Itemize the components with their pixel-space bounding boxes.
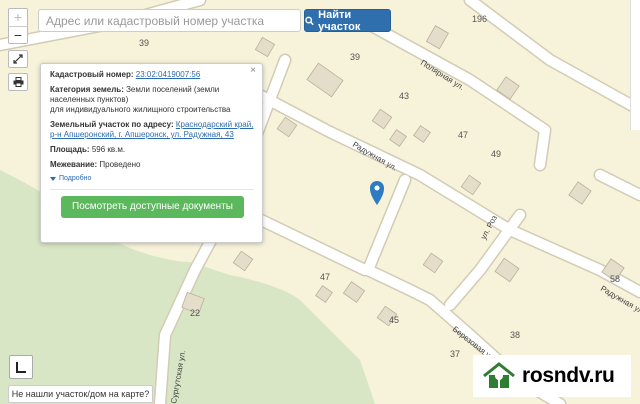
watermark-text: rosndv.ru: [522, 364, 615, 387]
house-number: 47: [320, 272, 330, 282]
find-plot-label: Найти участок: [318, 8, 361, 33]
zoom-in-button[interactable]: +: [9, 9, 27, 26]
watermark: rosndv.ru: [473, 355, 631, 397]
house-logo-icon: [483, 362, 515, 388]
caret-down-icon: [50, 176, 56, 181]
category-label: Категория земель:: [50, 85, 124, 94]
cadastral-label: Кадастровый номер:: [50, 70, 134, 79]
house-number: 196: [472, 14, 487, 24]
area-row: Площадь: 596 кв.м.: [50, 145, 254, 155]
house-number: 22: [190, 308, 200, 318]
category-value: населенных пунктов): [50, 95, 129, 104]
cadastral-number-link[interactable]: 23:02:0419007:56: [136, 70, 201, 79]
category-value: Земли поселений (земли: [126, 85, 220, 94]
category-value: для индивидуального жилищного строительс…: [50, 105, 231, 114]
layers-icon: [16, 362, 26, 373]
house-number: 39: [350, 52, 360, 62]
address-row: Земельный участок по адресу: Краснодарск…: [50, 120, 254, 140]
search-icon: [305, 16, 314, 25]
house-number: 47: [458, 130, 468, 140]
survey-value: Проведено: [99, 160, 141, 169]
zoom-control: + −: [8, 8, 28, 44]
search-input[interactable]: [38, 9, 301, 32]
find-plot-button[interactable]: Найти участок: [304, 8, 391, 33]
house-number: 43: [399, 91, 409, 101]
details-toggle[interactable]: Подробно: [50, 174, 254, 184]
cadastral-row: Кадастровый номер: 23:02:0419007:56: [50, 70, 254, 80]
house-number: 39: [139, 38, 149, 48]
legend-button[interactable]: [9, 355, 33, 379]
plot-info-popup: × Кадастровый номер: 23:02:0419007:56 Ка…: [40, 63, 263, 243]
printer-icon: [13, 77, 23, 87]
print-button[interactable]: [8, 73, 28, 91]
view-documents-button[interactable]: Посмотреть доступные документы: [61, 196, 244, 218]
house-number: 37: [450, 349, 460, 359]
close-icon[interactable]: ×: [250, 66, 256, 76]
house-number: 49: [491, 149, 501, 159]
house-number: 58: [610, 274, 620, 284]
divider: [50, 189, 254, 190]
address-link[interactable]: Краснодарский край,: [176, 120, 254, 129]
fullscreen-button[interactable]: [8, 50, 28, 68]
not-found-button[interactable]: Не нашли участок/дом на карте?: [8, 385, 153, 403]
survey-label: Межевание:: [50, 160, 98, 169]
house-number: 45: [389, 315, 399, 325]
address-link[interactable]: р-н Апшеронский, г. Апшеронск, ул. Радуж…: [50, 130, 234, 139]
house-number: 38: [510, 330, 520, 340]
area-value: 596 кв.м.: [91, 145, 126, 154]
category-row: Категория земель: Земли поселений (земли…: [50, 85, 254, 115]
area-label: Площадь:: [50, 145, 90, 154]
right-side-panel: [630, 0, 640, 130]
expand-icon: [13, 54, 23, 64]
address-label: Земельный участок по адресу:: [50, 120, 174, 129]
survey-row: Межевание: Проведено: [50, 160, 254, 170]
zoom-out-button[interactable]: −: [9, 26, 27, 43]
details-label: Подробно: [59, 175, 92, 182]
